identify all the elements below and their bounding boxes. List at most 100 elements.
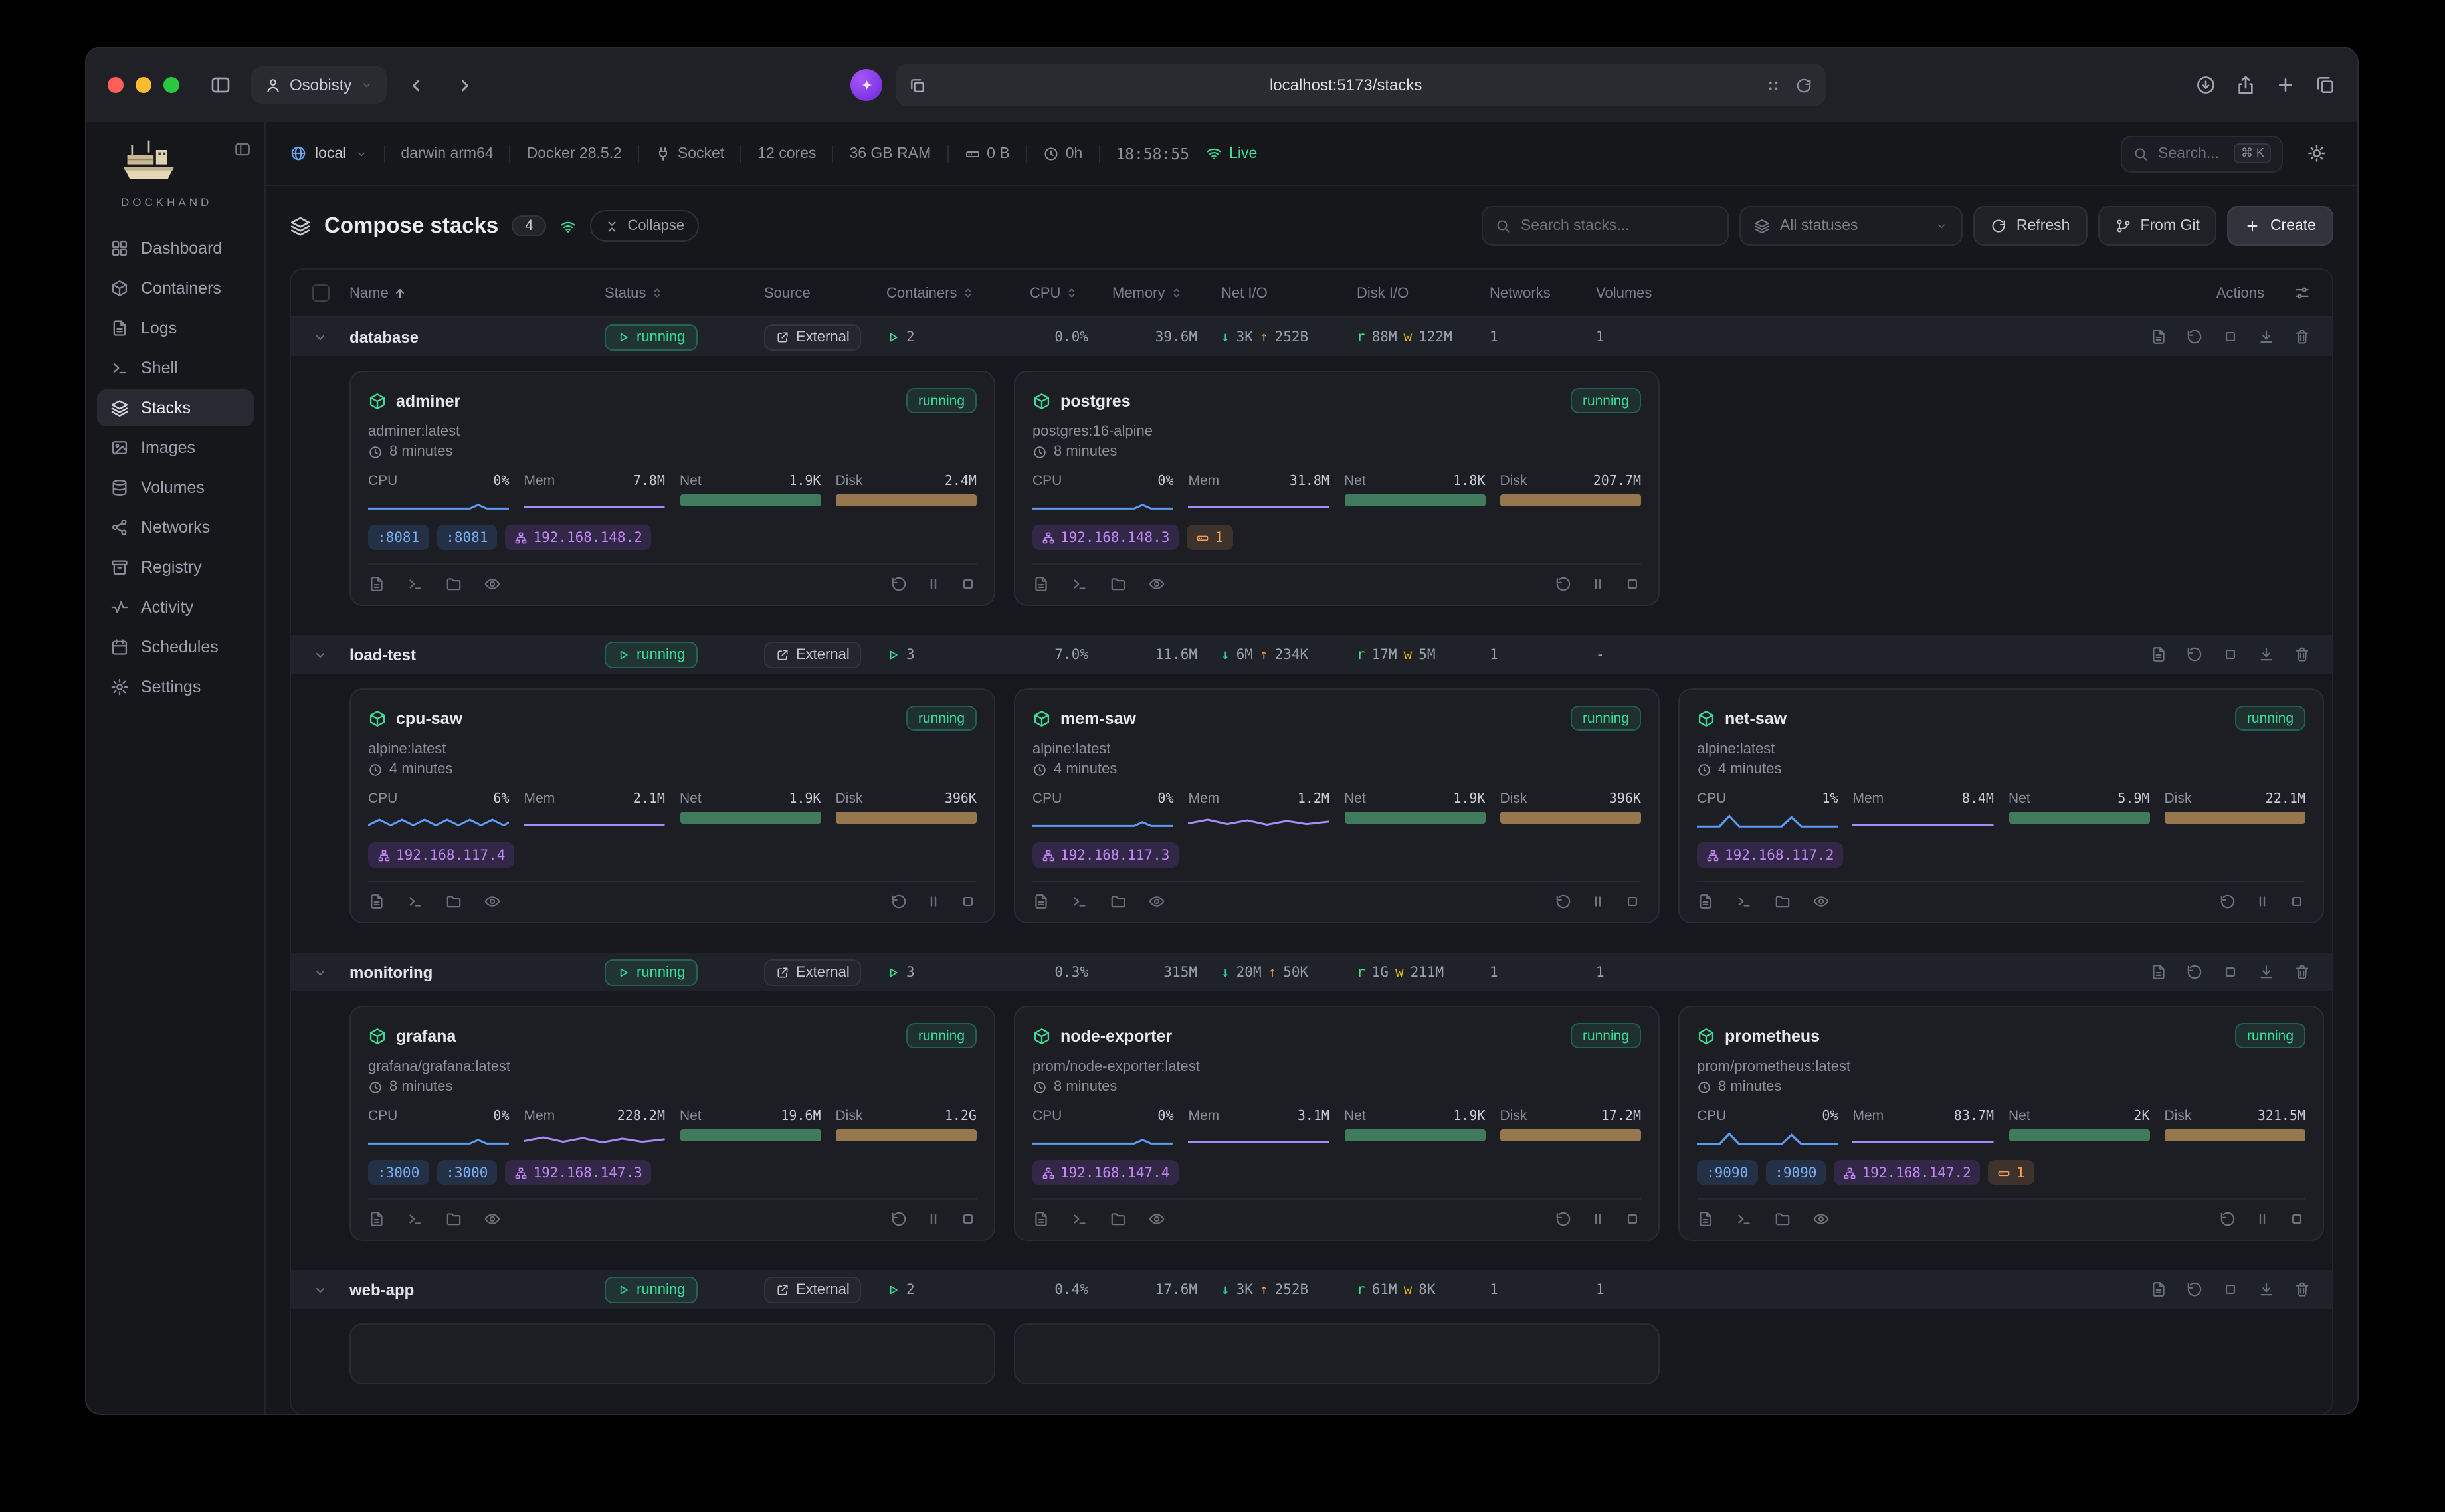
shell-button[interactable]	[407, 1210, 424, 1228]
address-bar[interactable]: localhost:5173/stacks	[896, 64, 1826, 106]
port-chip[interactable]: :3000	[437, 1160, 497, 1185]
pull-button[interactable]	[2258, 963, 2275, 981]
reload-icon[interactable]	[1796, 76, 1813, 94]
column-settings-icon[interactable]	[2294, 284, 2311, 302]
pause-button[interactable]	[925, 1210, 942, 1228]
delete-button[interactable]	[2294, 328, 2311, 345]
back-button[interactable]	[399, 68, 434, 102]
stop-button[interactable]	[1624, 575, 1641, 593]
share-icon[interactable]	[2235, 74, 2256, 96]
stop-button[interactable]	[2222, 646, 2239, 663]
zoom-button[interactable]	[163, 77, 179, 93]
volume-chip[interactable]: 1	[1187, 525, 1232, 550]
inspect-button[interactable]	[1812, 893, 1830, 910]
restart-button[interactable]	[890, 893, 908, 910]
logs-button[interactable]	[1697, 1210, 1714, 1228]
logs-button[interactable]	[1697, 893, 1714, 910]
pause-button[interactable]	[1589, 1210, 1607, 1228]
column-header-networks[interactable]: Networks	[1490, 285, 1596, 301]
logs-button[interactable]	[1032, 1210, 1050, 1228]
profile-menu[interactable]: Osobisty	[251, 66, 386, 104]
tab-switcher-icon[interactable]	[910, 76, 927, 94]
port-chip[interactable]: :8081	[368, 525, 429, 550]
ip-chip[interactable]: 192.168.147.3	[505, 1160, 651, 1185]
chevron-down-icon[interactable]	[312, 1281, 328, 1297]
search-stacks-field[interactable]	[1521, 218, 1716, 234]
volume-chip[interactable]: 1	[1989, 1160, 2034, 1185]
restart-button[interactable]	[890, 575, 908, 593]
shell-button[interactable]	[1735, 893, 1753, 910]
inspect-button[interactable]	[484, 893, 501, 910]
select-all-checkbox[interactable]	[291, 284, 349, 302]
column-header-disk-i-o[interactable]: Disk I/O	[1357, 285, 1490, 301]
sidebar-item-registry[interactable]: Registry	[97, 549, 254, 586]
files-button[interactable]	[1110, 575, 1127, 593]
create-button[interactable]: Create	[2228, 206, 2333, 246]
restart-button[interactable]	[2186, 646, 2203, 663]
theme-toggle-button[interactable]	[2299, 136, 2333, 171]
search-stacks-input[interactable]	[1482, 206, 1729, 246]
files-button[interactable]	[445, 1210, 462, 1228]
chevron-down-icon[interactable]	[312, 964, 328, 980]
ip-chip[interactable]: 192.168.148.3	[1032, 525, 1179, 550]
port-chip[interactable]: :9090	[1765, 1160, 1826, 1185]
sidebar-collapse-icon[interactable]	[234, 141, 251, 158]
column-header-name[interactable]: Name	[349, 285, 605, 301]
extensions-icon[interactable]	[1765, 76, 1783, 94]
files-button[interactable]	[445, 893, 462, 910]
pause-button[interactable]	[2254, 893, 2271, 910]
stop-button[interactable]	[959, 575, 977, 593]
stack-row-web-app[interactable]: web-apprunningExternal20.4%17.6M↓3K↑252B…	[291, 1270, 2332, 1310]
stop-button[interactable]	[1624, 1210, 1641, 1228]
pause-button[interactable]	[925, 575, 942, 593]
shell-button[interactable]	[407, 893, 424, 910]
minimize-button[interactable]	[136, 77, 151, 93]
pause-button[interactable]	[925, 893, 942, 910]
pull-button[interactable]	[2258, 1281, 2275, 1298]
logs-button[interactable]	[2150, 328, 2167, 345]
stop-button[interactable]	[2222, 328, 2239, 345]
sidebar-item-containers[interactable]: Containers	[97, 270, 254, 307]
pull-button[interactable]	[2258, 646, 2275, 663]
stop-button[interactable]	[2222, 1281, 2239, 1298]
ip-chip[interactable]: 192.168.117.3	[1032, 842, 1179, 868]
delete-button[interactable]	[2294, 646, 2311, 663]
restart-button[interactable]	[2219, 1210, 2236, 1228]
stop-button[interactable]	[2222, 963, 2239, 981]
pull-button[interactable]	[2258, 328, 2275, 345]
sidebar-item-logs[interactable]: Logs	[97, 310, 254, 347]
forward-button[interactable]	[447, 68, 482, 102]
refresh-button[interactable]: Refresh	[1974, 206, 2088, 246]
new-tab-icon[interactable]	[2275, 74, 2296, 96]
ip-chip[interactable]: 192.168.147.2	[1834, 1160, 1980, 1185]
extension-avatar[interactable]: ✦	[851, 69, 883, 101]
stop-button[interactable]	[959, 1210, 977, 1228]
inspect-button[interactable]	[1148, 893, 1165, 910]
stop-button[interactable]	[959, 893, 977, 910]
sidebar-toggle-button[interactable]	[203, 68, 238, 102]
stack-row-monitoring[interactable]: monitoringrunningExternal30.3%315M↓20M↑5…	[291, 953, 2332, 992]
from-git-button[interactable]: From Git	[2098, 206, 2216, 246]
restart-button[interactable]	[890, 1210, 908, 1228]
column-header-status[interactable]: Status	[605, 285, 764, 301]
port-chip[interactable]: :8081	[437, 525, 497, 550]
inspect-button[interactable]	[484, 1210, 501, 1228]
stack-row-database[interactable]: databaserunningExternal20.0%39.6M↓3K↑252…	[291, 318, 2332, 357]
restart-button[interactable]	[2219, 893, 2236, 910]
pause-button[interactable]	[2254, 1210, 2271, 1228]
pause-button[interactable]	[1589, 893, 1607, 910]
ip-chip[interactable]: 192.168.117.2	[1697, 842, 1843, 868]
column-header-volumes[interactable]: Volumes	[1596, 285, 1710, 301]
logs-button[interactable]	[1032, 575, 1050, 593]
global-search-input[interactable]: Search... ⌘ K	[2121, 135, 2283, 172]
downloads-icon[interactable]	[2195, 74, 2216, 96]
logs-button[interactable]	[368, 1210, 385, 1228]
files-button[interactable]	[1110, 893, 1127, 910]
stop-button[interactable]	[2288, 893, 2305, 910]
inspect-button[interactable]	[1148, 1210, 1165, 1228]
stack-row-load-test[interactable]: load-testrunningExternal37.0%11.6M↓6M↑23…	[291, 635, 2332, 675]
sidebar-item-stacks[interactable]: Stacks	[97, 389, 254, 426]
column-header-containers[interactable]: Containers	[886, 285, 1030, 301]
chevron-down-icon[interactable]	[312, 329, 328, 345]
restart-button[interactable]	[2186, 328, 2203, 345]
